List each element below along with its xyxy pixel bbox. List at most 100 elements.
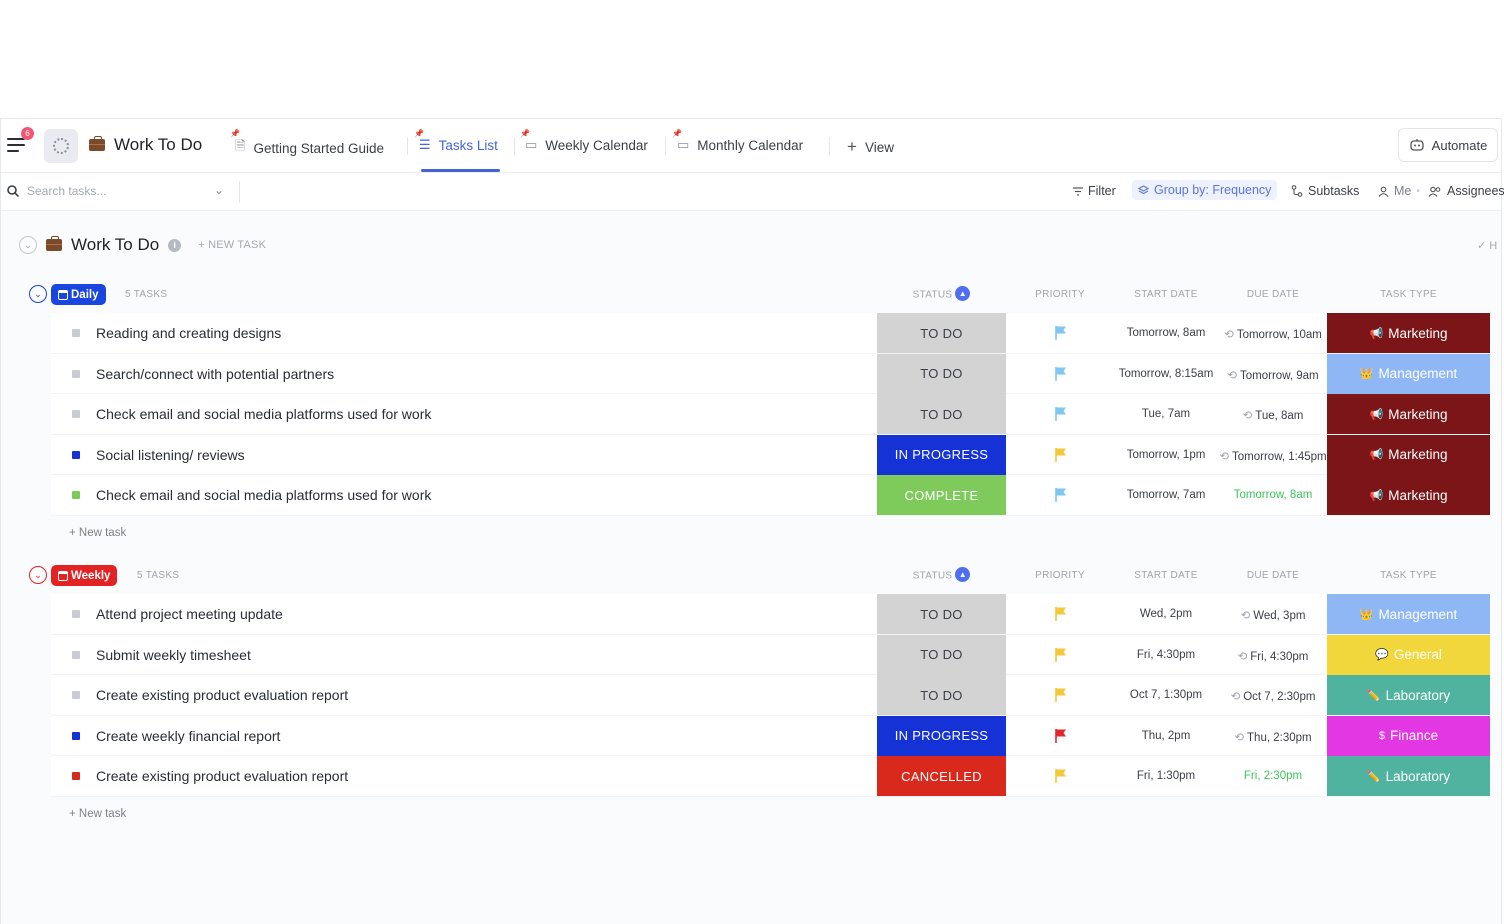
priority-flag-icon[interactable] [1054,687,1068,703]
start-date[interactable]: Fri, 4:30pm [1111,649,1221,661]
collapse-list-icon[interactable]: ⌄ [19,236,37,254]
task-name[interactable]: Attend project meeting update [96,606,283,622]
start-date[interactable]: Tomorrow, 7am [1111,489,1221,501]
task-name[interactable]: Create weekly financial report [96,728,280,744]
tab-tasks-list[interactable]: 📌 ☰ Tasks List [414,129,498,153]
status-square-icon[interactable] [72,329,80,337]
status-pill[interactable]: TO DO [877,634,1006,675]
task-row[interactable]: Search/connect with potential partners TO… [51,353,1490,394]
status-pill[interactable]: IN PROGRESS [877,715,1006,756]
add-task-button[interactable]: + New task [69,527,126,539]
priority-flag-icon[interactable] [1054,447,1068,463]
due-date[interactable]: ⟲ Tomorrow, 1:45pm [1219,449,1327,463]
tab-weekly-calendar[interactable]: 📌 ▭ Weekly Calendar [520,129,648,153]
column-header-status[interactable]: STATUS ▲ [877,567,1006,582]
column-header-start-date[interactable]: START DATE [1111,570,1221,581]
start-date[interactable]: Tomorrow, 8am [1111,327,1221,339]
task-row[interactable]: Create existing product evaluation repor… [51,675,1490,716]
task-row[interactable]: Check email and social media platforms u… [51,475,1490,516]
tab-monthly-calendar[interactable]: 📌 ▭ Monthly Calendar [672,129,803,153]
start-date[interactable]: Tomorrow, 1pm [1111,449,1221,461]
task-type-pill[interactable]: 📢 Marketing [1327,434,1490,475]
task-name[interactable]: Reading and creating designs [96,325,281,341]
list-title[interactable]: Work To Do [89,135,202,155]
new-task-button[interactable]: + NEW TASK [198,239,266,251]
column-header-task-type[interactable]: TASK TYPE [1327,570,1490,581]
priority-flag-icon[interactable] [1054,406,1068,422]
status-square-icon[interactable] [72,369,80,378]
task-type-pill[interactable]: 📢 Marketing [1327,394,1490,434]
add-task-button[interactable]: + New task [69,808,126,820]
chevron-down-icon[interactable]: ⌄ [214,183,224,197]
column-header-due-date[interactable]: DUE DATE [1219,289,1327,300]
assignees-button[interactable]: Assignees [1428,184,1504,198]
task-row[interactable]: Check email and social media platforms u… [51,394,1490,435]
due-date[interactable]: Tomorrow, 8am [1219,489,1327,501]
group-badge[interactable]: Weekly [51,565,118,586]
due-date[interactable]: Fri, 2:30pm [1219,770,1327,782]
sort-icon[interactable]: ▲ [955,286,971,301]
search-input[interactable] [27,184,207,198]
status-square-icon[interactable] [72,610,80,618]
group-by-button[interactable]: Group by: Frequency [1132,180,1278,200]
priority-flag-icon[interactable] [1054,768,1068,784]
status-pill[interactable]: TO DO [877,394,1006,434]
task-row[interactable]: Attend project meeting update TO DO Wed, 2… [51,594,1490,635]
status-square-icon[interactable] [72,410,80,418]
me-filter-button[interactable]: Me • [1378,184,1420,198]
collapse-group-icon[interactable]: ⌄ [29,285,47,303]
space-settings-button[interactable] [44,129,78,163]
due-date[interactable]: ⟲ Wed, 3pm [1219,608,1327,622]
task-type-pill[interactable]: 📢 Marketing [1327,313,1490,353]
sort-icon[interactable]: ▲ [955,567,971,582]
status-pill[interactable]: TO DO [877,353,1006,394]
add-view-button[interactable]: + View [847,137,894,157]
menu-icon[interactable] [7,138,25,152]
status-square-icon[interactable] [72,691,80,699]
start-date[interactable]: Oct 7, 1:30pm [1111,689,1221,701]
due-date[interactable]: ⟲ Oct 7, 2:30pm [1219,689,1327,703]
check-icon[interactable]: ✓ H [1477,239,1497,252]
info-icon[interactable]: i [168,238,182,252]
task-name[interactable]: Submit weekly timesheet [96,647,251,663]
task-type-pill[interactable]: 📢 Marketing [1327,475,1490,515]
column-header-due-date[interactable]: DUE DATE [1219,570,1327,581]
subtasks-button[interactable]: Subtasks [1291,184,1359,198]
due-date[interactable]: ⟲ Tue, 8am [1219,408,1327,422]
column-header-status[interactable]: STATUS ▲ [877,286,1006,301]
search-box[interactable] [7,184,207,198]
task-name[interactable]: Create existing product evaluation repor… [96,687,348,703]
task-type-pill[interactable]: 👑 Management [1327,353,1490,394]
filter-button[interactable]: Filter [1073,184,1116,198]
status-square-icon[interactable] [72,491,80,499]
column-header-task-type[interactable]: TASK TYPE [1327,289,1490,300]
task-row[interactable]: Submit weekly timesheet TO DO Fri, 4:30pm ⟲… [51,634,1490,675]
column-header-priority[interactable]: PRIORITY [1011,570,1109,581]
task-name[interactable]: Search/connect with potential partners [96,366,334,382]
priority-flag-icon[interactable] [1054,728,1068,744]
start-date[interactable]: Wed, 2pm [1111,608,1221,620]
due-date[interactable]: ⟲ Thu, 2:30pm [1219,730,1327,744]
task-row[interactable]: Create weekly financial report IN PROGRES… [51,715,1490,756]
task-type-pill[interactable]: 👑 Management [1327,594,1490,634]
start-date[interactable]: Fri, 1:30pm [1111,770,1221,782]
due-date[interactable]: ⟲ Fri, 4:30pm [1219,649,1327,663]
task-type-pill[interactable]: ✏️ Laboratory [1327,756,1490,796]
task-name[interactable]: Check email and social media platforms u… [96,406,431,422]
status-pill[interactable]: CANCELLED [877,756,1006,796]
start-date[interactable]: Tue, 7am [1111,408,1221,420]
priority-flag-icon[interactable] [1054,325,1068,341]
group-badge[interactable]: Daily [51,284,106,305]
task-name[interactable]: Social listening/ reviews [96,447,245,463]
tab-getting-started-guide[interactable]: 📌 🗎 Getting Started Guide [230,129,384,159]
status-pill[interactable]: COMPLETE [877,475,1006,515]
status-square-icon[interactable] [72,650,80,659]
automate-button[interactable]: Automate [1398,128,1498,162]
column-header-priority[interactable]: PRIORITY [1011,289,1109,300]
due-date[interactable]: ⟲ Tomorrow, 9am [1219,368,1327,382]
due-date[interactable]: ⟲ Tomorrow, 10am [1219,327,1327,341]
task-name[interactable]: Check email and social media platforms u… [96,487,431,503]
column-header-start-date[interactable]: START DATE [1111,289,1221,300]
status-pill[interactable]: IN PROGRESS [877,434,1006,475]
task-row[interactable]: Social listening/ reviews IN PROGRESS Tomo… [51,434,1490,475]
